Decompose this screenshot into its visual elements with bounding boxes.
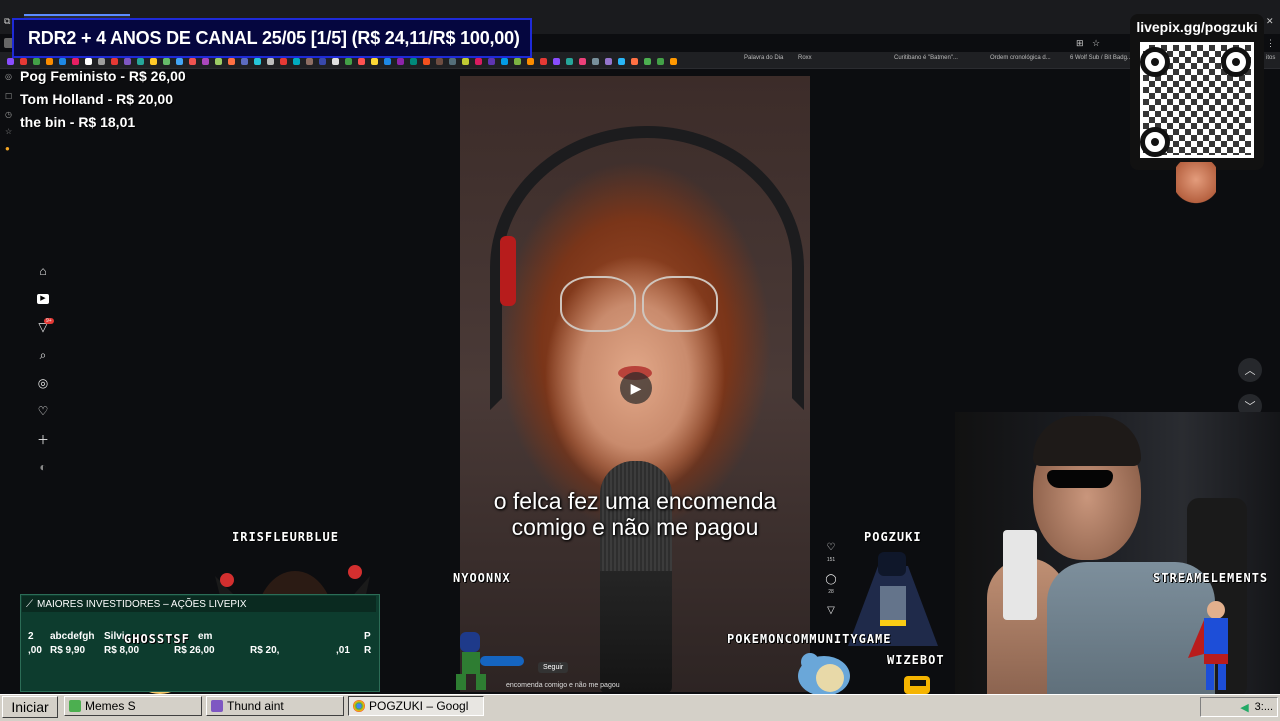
share-icon[interactable]: ▽ (824, 605, 838, 616)
qr-finder-top-right (1221, 47, 1251, 77)
qr-title: livepix.gg/pogzuki (1136, 19, 1258, 35)
investor-6: ,01 (336, 630, 350, 658)
livepix-icon: ⟋ (26, 598, 33, 610)
glasses-right-lens (642, 276, 718, 332)
folder-icon (69, 700, 81, 712)
headphone-cup-left (500, 236, 516, 306)
chatter-tag-ghosstsf: GHOSSTSF (124, 632, 190, 646)
investor-5: R$ 20, (250, 630, 279, 658)
browser-menu-icon[interactable]: ⋮ (1266, 38, 1275, 49)
investor-7: PR (364, 630, 371, 658)
video-icon[interactable]: ▶ (32, 288, 54, 310)
taskbar-item-chrome[interactable]: POGZUKI – Googl (348, 696, 484, 716)
microphone-stand (1003, 530, 1037, 620)
bookmark-curitibano[interactable]: Curitibano é "Batmen"... (894, 55, 958, 61)
streamer-hair (1033, 416, 1141, 466)
investor-value: ,01 (336, 645, 350, 656)
window-menu-icon[interactable]: ⧉ (4, 16, 10, 27)
investor-name: P (364, 631, 371, 642)
explore-icon[interactable]: ◎ (32, 372, 54, 394)
star-bookmark-icon[interactable]: ☆ (1092, 38, 1100, 49)
bookmark-palavra-do-dia[interactable]: Palavra do Dia (744, 55, 783, 61)
investor-name (250, 630, 279, 644)
chatter-tag-streamelements: STREAMELEMENTS (1153, 571, 1269, 585)
favorites-heart-icon[interactable]: ♡ (32, 400, 54, 422)
clock-text: 3:... (1254, 701, 1273, 713)
investors-header: ⟋ MAIORES INVESTIDORES – AÇÕES LIVEPIX (22, 596, 376, 612)
chevron-up-icon: ︿ (1244, 365, 1256, 377)
bookmark-roxx[interactable]: Roxx (798, 55, 812, 61)
investor-name: abcdefgh (50, 631, 95, 642)
sunglasses-shape (1047, 470, 1113, 488)
start-button[interactable]: Iniciar (2, 696, 58, 718)
investor-1: 2,00 (28, 630, 42, 658)
system-clock[interactable]: ◀ 3:... (1200, 697, 1278, 717)
previous-video-button[interactable]: ︿ (1238, 358, 1262, 382)
investor-value: R$ 8,00 (104, 645, 140, 656)
add-icon[interactable]: ＋ (32, 428, 54, 450)
goal-text: RDR2 + 4 ANOS DE CANAL 25/05 [1/5] (R$ 2… (28, 27, 520, 48)
tiny-rail-icon-1[interactable]: ◎ (5, 72, 15, 82)
mascot-sprite (1176, 162, 1216, 206)
wizebot-sprite (904, 676, 930, 694)
qr-finder-bottom-left (1140, 127, 1170, 157)
search-icon[interactable]: ⌕ (32, 344, 54, 366)
taskbar-item-label: Thund aint (227, 699, 284, 713)
chatter-tag-wizebot: WIZEBOT (887, 653, 945, 667)
donor-1: Pog Feministo - R$ 26,00 (20, 68, 186, 84)
chatter-tag-pogzuki: POGZUKI (864, 530, 922, 544)
investor-value: R$ 26,00 (174, 645, 215, 656)
play-button[interactable]: ▶ (620, 372, 652, 404)
taskbar-item-thunder-paint[interactable]: Thund aint (206, 696, 344, 716)
investor-name: 2 (28, 631, 34, 642)
blastoise-sprite (798, 653, 850, 696)
chatter-tag-pokemoncommunitygame: POKEMONCOMMUNITYGAME (727, 632, 892, 646)
notifications-icon[interactable]: ▽ 9+ (32, 316, 54, 338)
bookmark-ordem-cronologica[interactable]: Ordem cronológica d... (990, 55, 1051, 61)
notification-badge: 9+ (44, 318, 54, 324)
investor-value: R$ 9,90 (50, 645, 86, 656)
investor-2: abcdefgh R$ 9,90 (50, 630, 94, 658)
superman-sprite (1188, 601, 1228, 690)
like-icon[interactable]: ♡ (824, 542, 838, 553)
donor-2: Tom Holland - R$ 20,00 (20, 91, 173, 107)
donor-3: the bin - R$ 18,01 (20, 114, 136, 130)
investor-value: R$ 20, (250, 645, 280, 656)
profile-icon[interactable]: ◐ (32, 456, 54, 478)
investor-name (336, 630, 350, 644)
video-caption: o felca fez uma encomenda comigo e não m… (493, 488, 777, 540)
close-window-icon[interactable]: ✕ (1266, 16, 1274, 27)
investor-value: R (364, 645, 372, 656)
paint-icon (211, 700, 223, 712)
video-player[interactable]: ▶ o felca fez uma encomenda comigo e não… (460, 76, 810, 692)
tiny-rail-icon-2[interactable]: ☐ (5, 92, 15, 102)
glasses-left-lens (560, 276, 636, 332)
home-icon[interactable]: ⌂ (32, 260, 54, 282)
comment-icon[interactable]: ◯ (824, 574, 838, 585)
favorites-icon[interactable]: ☆ (5, 127, 15, 137)
taskbar-item-memes[interactable]: Memes S (64, 696, 202, 716)
extension-rail-icon[interactable]: ● (5, 144, 15, 154)
investors-title: MAIORES INVESTIDORES – AÇÕES LIVEPIX (37, 598, 247, 610)
tray-icon: ◀ (1240, 701, 1249, 714)
extension-icon[interactable]: ⊞ (1076, 38, 1084, 49)
history-icon[interactable]: ◷ (5, 110, 15, 120)
taskbar-item-label: Memes S (85, 699, 136, 713)
taskbar-item-label: POGZUKI – Googl (369, 699, 469, 713)
follow-button[interactable]: Seguir (538, 662, 569, 673)
chrome-icon (353, 700, 365, 712)
play-icon: ▶ (630, 379, 642, 396)
donation-goal-banner: RDR2 + 4 ANOS DE CANAL 25/05 [1/5] (R$ 2… (12, 18, 532, 58)
chatter-tag-irisfleurblue: IRISFLEURBLUE (232, 530, 339, 544)
investor-value: ,00 (28, 645, 42, 656)
qr-finder-top-left (1140, 47, 1170, 77)
bookmark-overflow[interactable]: itos (1266, 55, 1275, 61)
runner-sprite (456, 632, 524, 690)
chatter-tag-nyoonnx: NYOONNX (453, 571, 511, 585)
bookmark-wolf-sub[interactable]: 6 Wolf Sub / Bit Badg... (1070, 55, 1132, 61)
